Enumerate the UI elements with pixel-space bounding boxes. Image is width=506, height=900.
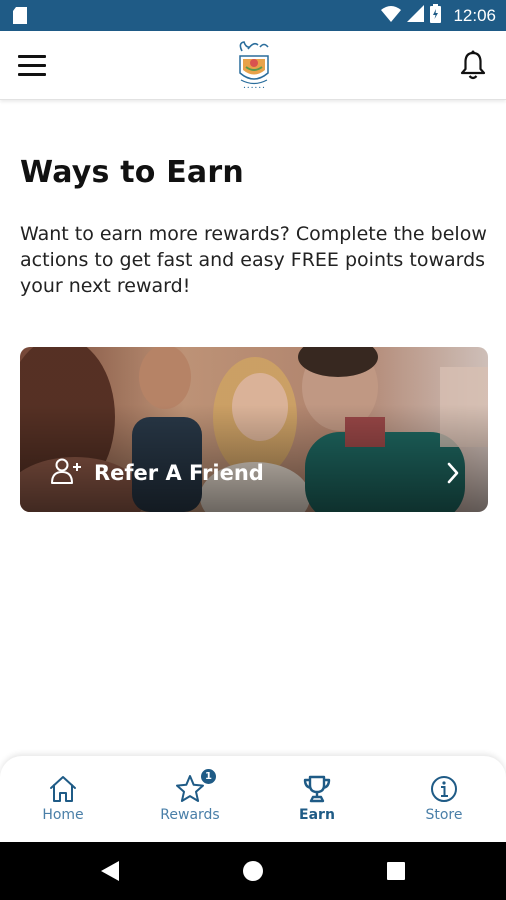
back-triangle-icon[interactable]: [100, 860, 120, 886]
hamburger-menu-icon[interactable]: [18, 50, 52, 80]
recents-square-icon[interactable]: [387, 862, 405, 884]
sd-card-icon: [13, 7, 27, 28]
home-icon: [48, 774, 78, 804]
brand-logo-icon[interactable]: • • • • • •: [232, 39, 276, 91]
intro-text: Want to earn more rewards? Complete the …: [20, 223, 487, 297]
bottom-nav: Home 1 Rewards Earn Store: [0, 756, 506, 842]
nav-earn[interactable]: Earn: [254, 756, 380, 842]
nav-home[interactable]: Home: [0, 756, 126, 842]
app-header: • • • • • •: [0, 31, 506, 100]
status-time: 12:06: [453, 5, 496, 25]
card-label: Refer A Friend: [94, 461, 264, 485]
android-nav-bar: [0, 842, 506, 900]
cell-signal-icon: [407, 5, 425, 26]
nav-rewards-label: Rewards: [160, 807, 220, 823]
nav-earn-label: Earn: [299, 807, 335, 823]
rewards-badge: 1: [201, 769, 216, 784]
battery-icon: [430, 4, 442, 27]
nav-home-label: Home: [42, 807, 84, 823]
info-icon: [429, 774, 459, 804]
nav-rewards[interactable]: 1 Rewards: [127, 756, 253, 842]
nav-store[interactable]: Store: [381, 756, 506, 842]
refer-a-friend-card[interactable]: Refer A Friend: [20, 347, 488, 512]
status-bar: 12:06: [0, 0, 506, 31]
chevron-right-icon: [446, 461, 460, 489]
nav-store-label: Store: [425, 807, 463, 823]
wifi-icon: [381, 5, 402, 26]
home-circle-icon[interactable]: [242, 860, 264, 886]
add-user-icon: [50, 457, 82, 489]
trophy-icon: [302, 774, 332, 804]
svg-text:• • • • • •: • • • • • •: [243, 85, 264, 90]
bell-icon[interactable]: [458, 49, 488, 81]
page-title: Ways to Earn: [20, 155, 244, 190]
